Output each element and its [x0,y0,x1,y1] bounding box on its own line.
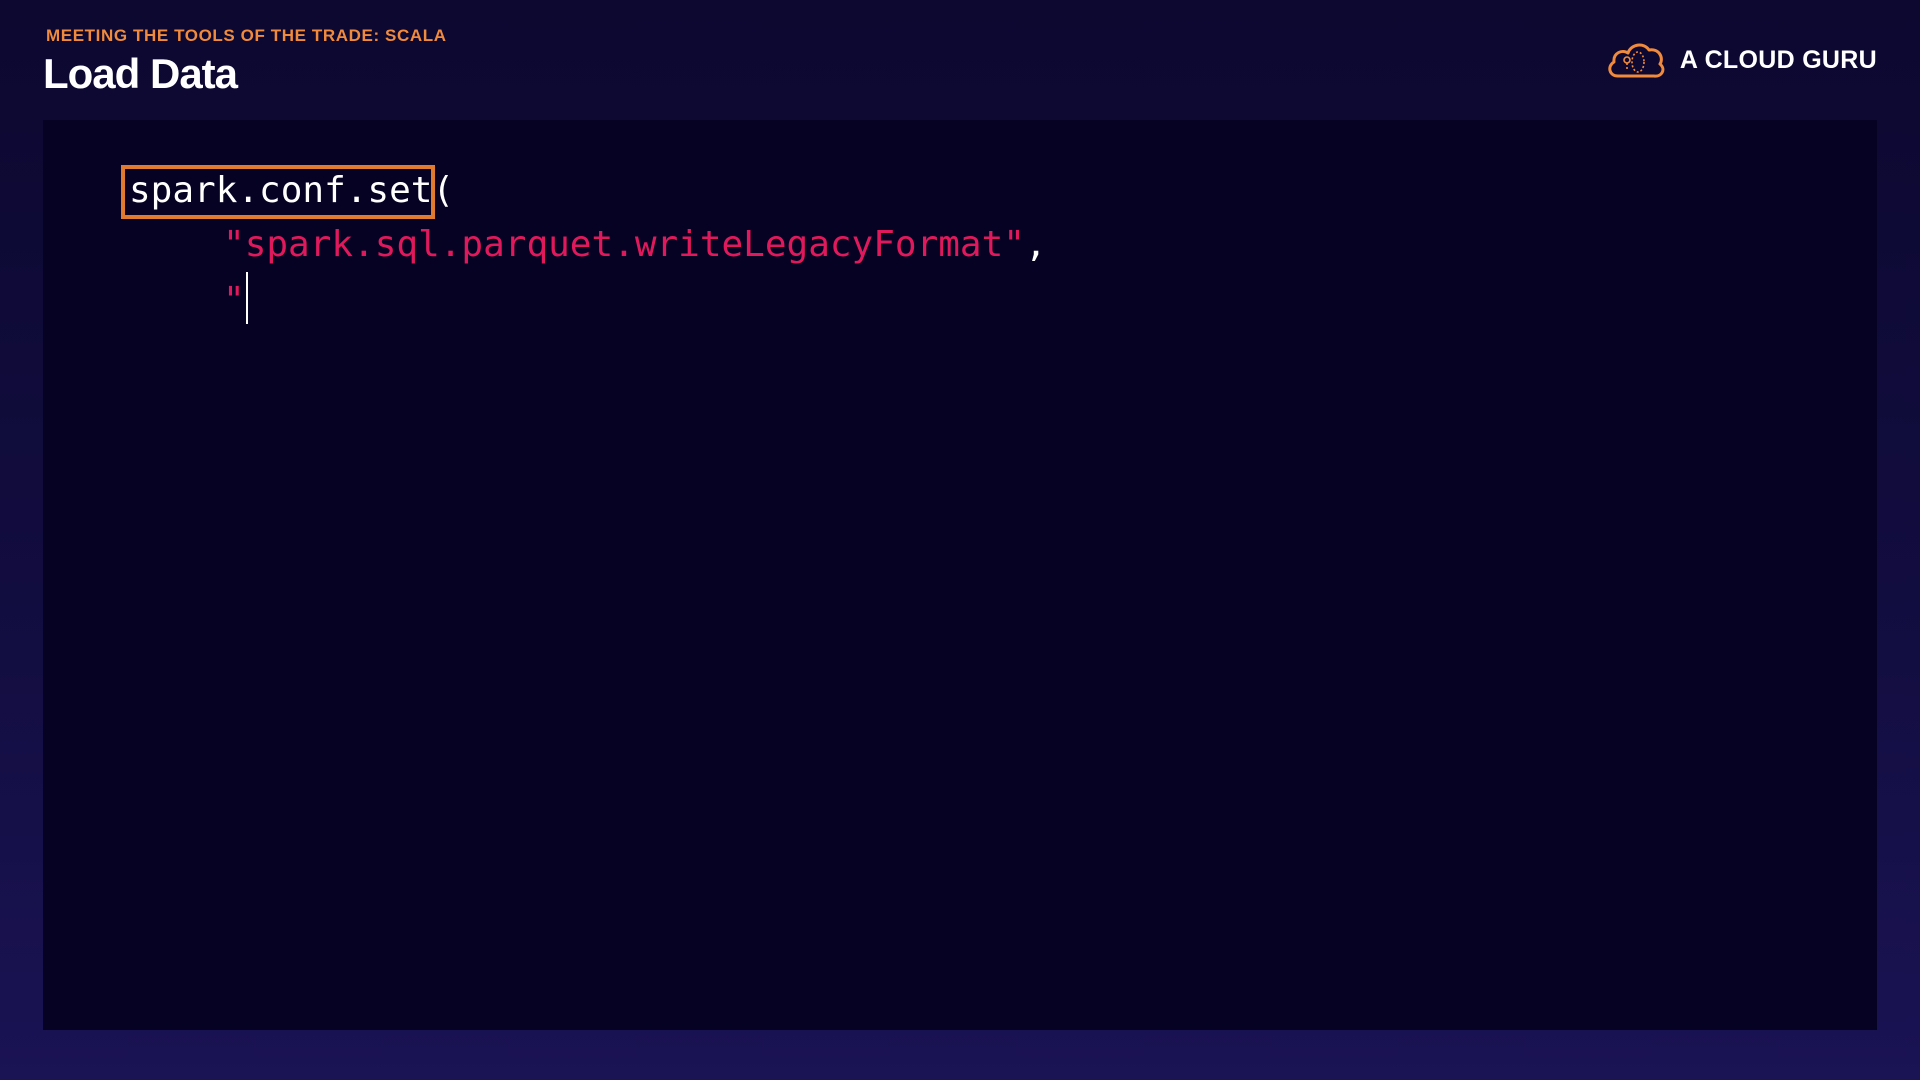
brand-name: A CLOUD GURU [1679,45,1877,74]
cloud-logo-icon [1608,43,1665,78]
eyebrow-label: MEETING THE TOOLS OF THE TRADE: SCALA [46,26,447,45]
highlighted-call: spark.conf.set [120,164,436,219]
close-quote: " [1003,224,1025,265]
code-line-1: spark.conf.set( [120,164,455,219]
open-quote: " [223,224,245,265]
slide-title: Load Data [43,50,238,97]
code-panel: spark.conf.set( "spark.sql.parquet.write… [43,120,1877,1030]
text-caret [245,272,248,324]
code-line-3: " [223,272,248,328]
value-open-quote: " [223,280,245,321]
comma: , [1024,224,1047,265]
open-paren: ( [432,170,455,211]
brand: A CLOUD GURU [1604,38,1877,82]
config-key-string: spark.sql.parquet.writeLegacyFormat [244,224,1004,265]
code-line-2: "spark.sql.parquet.writeLegacyFormat", [223,218,1047,272]
